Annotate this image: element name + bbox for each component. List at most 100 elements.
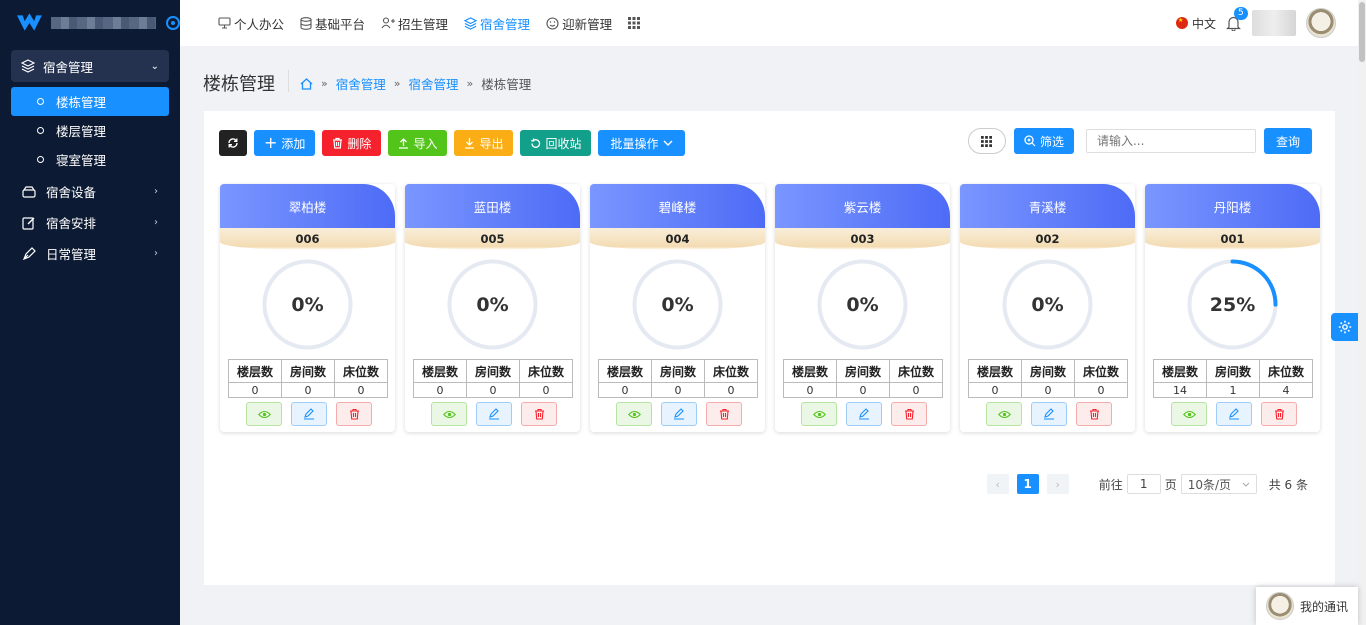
- stat-header: 楼层数: [783, 359, 837, 383]
- logo[interactable]: [0, 0, 180, 46]
- button-label: 导入: [413, 136, 438, 151]
- page-number-current[interactable]: 1: [1016, 474, 1039, 494]
- language-switch[interactable]: 中文: [1192, 15, 1216, 32]
- page-unit-label: 页: [1164, 477, 1177, 492]
- nav-personal-office[interactable]: 个人办公: [218, 14, 284, 33]
- view-button[interactable]: [801, 402, 837, 426]
- search-input[interactable]: [1085, 129, 1256, 153]
- trash-icon: [1274, 408, 1284, 420]
- notification-bell[interactable]: 5: [1226, 7, 1248, 32]
- stat-header: 房间数: [1206, 359, 1260, 383]
- query-button[interactable]: 查询: [1263, 128, 1312, 154]
- user-avatar[interactable]: [1306, 8, 1336, 38]
- add-button[interactable]: + 添加: [254, 130, 316, 156]
- edit-button[interactable]: [291, 402, 327, 426]
- stat-header: 楼层数: [1153, 359, 1207, 383]
- page-scrollbar[interactable]: [1358, 0, 1366, 625]
- delete-button[interactable]: 删除: [322, 130, 382, 156]
- building-stats-table: 楼层数 房间数 床位数 0 0 0: [968, 359, 1128, 398]
- breadcrumb-separator: »: [393, 77, 401, 90]
- circle-icon: [37, 156, 44, 163]
- sidebar-item-label: 宿舍安排: [46, 216, 97, 231]
- occupancy-percent: 0%: [476, 293, 509, 316]
- sidebar-item-equipment[interactable]: 宿舍设备 ›: [0, 176, 180, 207]
- sidebar-item-arrangement[interactable]: 宿舍安排 ›: [0, 207, 180, 238]
- stat-rooms: 0: [836, 382, 890, 398]
- nav-base-platform[interactable]: 基础平台: [300, 14, 365, 33]
- occupancy-percent: 0%: [1031, 293, 1064, 316]
- home-icon[interactable]: [300, 77, 313, 90]
- nav-welcome[interactable]: 迎新管理: [546, 14, 612, 33]
- view-button[interactable]: [246, 402, 282, 426]
- edit-button[interactable]: [661, 402, 697, 426]
- menu-group-label: 宿舍管理: [43, 59, 94, 75]
- edit-button[interactable]: [1031, 402, 1067, 426]
- delete-button[interactable]: [1261, 402, 1297, 426]
- trash-icon: [349, 408, 359, 420]
- view-button[interactable]: [1171, 402, 1207, 426]
- edit-icon: [859, 408, 869, 420]
- delete-button[interactable]: [336, 402, 372, 426]
- recycle-bin-button[interactable]: 回收站: [520, 130, 592, 156]
- page-size-select[interactable]: 10条/页: [1180, 474, 1257, 494]
- delete-button[interactable]: [706, 402, 742, 426]
- menu-group-dorm[interactable]: 宿舍管理 ⌄: [11, 50, 169, 82]
- sidebar-item-floor[interactable]: 楼层管理: [11, 116, 169, 145]
- building-card[interactable]: 紫云楼 003 0% 楼层数 房间数 床位数 0 0 0: [775, 184, 950, 432]
- next-page-button[interactable]: ›: [1046, 474, 1069, 494]
- username-blurred[interactable]: [1252, 10, 1296, 36]
- goto-page-input[interactable]: 1: [1126, 474, 1161, 494]
- building-code: 002: [960, 228, 1135, 250]
- apps-grid-button[interactable]: [628, 17, 641, 29]
- delete-button[interactable]: [891, 402, 927, 426]
- filter-button[interactable]: 筛选: [1013, 128, 1074, 154]
- view-button[interactable]: [616, 402, 652, 426]
- prev-page-button[interactable]: ‹: [986, 474, 1009, 494]
- building-code: 003: [775, 228, 950, 250]
- column-toggle-button[interactable]: [967, 128, 1006, 154]
- building-card[interactable]: 丹阳楼 001 25% 楼层数 房间数 床位数 14 1 4: [1145, 184, 1320, 432]
- settings-float-button[interactable]: [1331, 313, 1358, 341]
- delete-button[interactable]: [521, 402, 557, 426]
- building-card[interactable]: 碧峰楼 004 0% 楼层数 房间数 床位数 0 0 0: [590, 184, 765, 432]
- nav-dorm-management[interactable]: 宿舍管理: [464, 14, 530, 33]
- edit-button[interactable]: [1216, 402, 1252, 426]
- refresh-button[interactable]: [219, 130, 247, 156]
- building-card[interactable]: 翠柏楼 006 0% 楼层数 房间数 床位数 0 0 0: [220, 184, 395, 432]
- nav-enrollment[interactable]: 招生管理: [381, 14, 448, 33]
- gear-icon: [1338, 320, 1351, 334]
- stat-rooms: 0: [466, 382, 520, 398]
- eye-icon: [1182, 410, 1196, 418]
- collapse-toggle-icon[interactable]: [166, 16, 180, 30]
- breadcrumb-link[interactable]: 宿舍管理: [408, 74, 458, 93]
- plus-icon: +: [264, 133, 278, 152]
- total-count: 共 6 条: [1268, 477, 1308, 492]
- chat-widget[interactable]: 我的通讯: [1256, 587, 1358, 625]
- building-card[interactable]: 青溪楼 002 0% 楼层数 房间数 床位数 0 0 0: [960, 184, 1135, 432]
- building-name: 碧峰楼: [590, 184, 765, 228]
- building-card[interactable]: 蓝田楼 005 0% 楼层数 房间数 床位数 0 0 0: [405, 184, 580, 432]
- notification-badge: 5: [1234, 7, 1248, 20]
- import-button[interactable]: 导入: [388, 130, 448, 156]
- building-name: 丹阳楼: [1145, 184, 1320, 228]
- breadcrumb-link[interactable]: 宿舍管理: [336, 74, 386, 93]
- view-button[interactable]: [986, 402, 1022, 426]
- export-button[interactable]: 导出: [454, 130, 514, 156]
- edit-button[interactable]: [846, 402, 882, 426]
- occupancy-ring: 0%: [446, 258, 539, 351]
- breadcrumb-separator: »: [321, 77, 328, 90]
- refresh-icon: [228, 138, 238, 148]
- edit-button[interactable]: [476, 402, 512, 426]
- breadcrumb: » 宿舍管理 » 宿舍管理 » 楼栋管理: [300, 74, 531, 93]
- stat-rooms: 0: [651, 382, 705, 398]
- view-button[interactable]: [431, 402, 467, 426]
- smile-icon: [546, 16, 559, 30]
- batch-operation-dropdown[interactable]: 批量操作: [598, 130, 685, 156]
- sidebar-item-room[interactable]: 寝室管理: [11, 145, 169, 174]
- sidebar-item-building[interactable]: 楼栋管理: [11, 87, 169, 116]
- breadcrumb-current: 楼栋管理: [481, 77, 532, 92]
- delete-button[interactable]: [1076, 402, 1112, 426]
- page-title: 楼栋管理: [203, 74, 275, 95]
- sidebar-item-daily[interactable]: 日常管理 ›: [0, 238, 180, 269]
- sidebar-item-label: 宿舍设备: [46, 185, 97, 200]
